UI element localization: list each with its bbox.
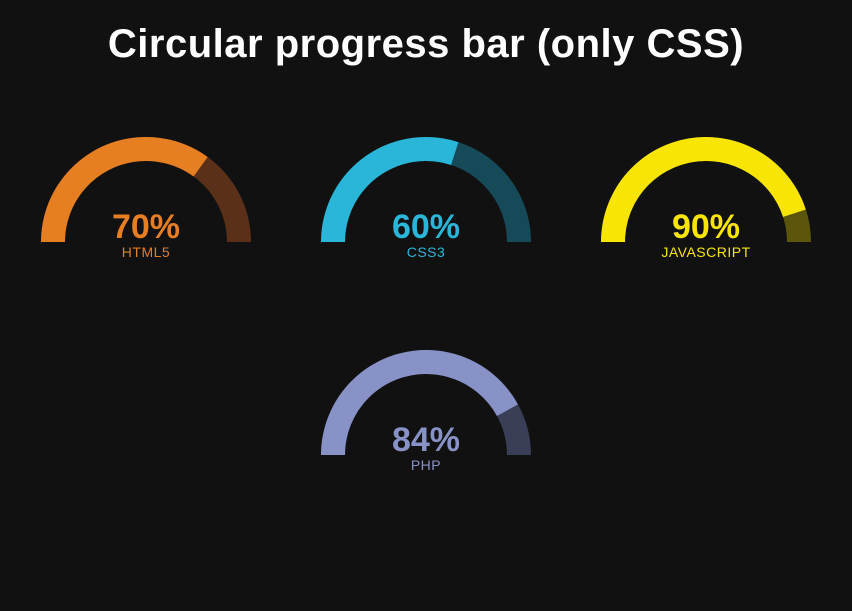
gauge-row-1: 70% HTML5 60% CSS3 90% JAVASCRIPT xyxy=(0,137,852,260)
gauge-php: 84% PHP xyxy=(321,350,531,473)
gauge-percent-text: 90% xyxy=(601,210,811,242)
gauge-percent-text: 70% xyxy=(41,210,251,242)
gauge-center: 60% xyxy=(321,210,531,242)
gauge-javascript: 90% JAVASCRIPT xyxy=(601,137,811,260)
gauge-label: CSS3 xyxy=(407,244,446,260)
gauge-label: HTML5 xyxy=(122,244,170,260)
gauge-arc: 70% xyxy=(41,137,251,242)
gauge-html5: 70% HTML5 xyxy=(41,137,251,260)
gauge-percent-text: 60% xyxy=(321,210,531,242)
gauge-label: JAVASCRIPT xyxy=(661,244,750,260)
gauge-center: 90% xyxy=(601,210,811,242)
gauge-center: 70% xyxy=(41,210,251,242)
gauge-label: PHP xyxy=(411,457,441,473)
gauge-css3: 60% CSS3 xyxy=(321,137,531,260)
gauge-arc: 84% xyxy=(321,350,531,455)
gauge-arc: 90% xyxy=(601,137,811,242)
gauge-arc: 60% xyxy=(321,137,531,242)
gauge-percent-text: 84% xyxy=(321,423,531,455)
gauge-row-2: 84% PHP xyxy=(0,350,852,473)
gauge-center: 84% xyxy=(321,423,531,455)
page-title: Circular progress bar (only CSS) xyxy=(0,0,852,67)
